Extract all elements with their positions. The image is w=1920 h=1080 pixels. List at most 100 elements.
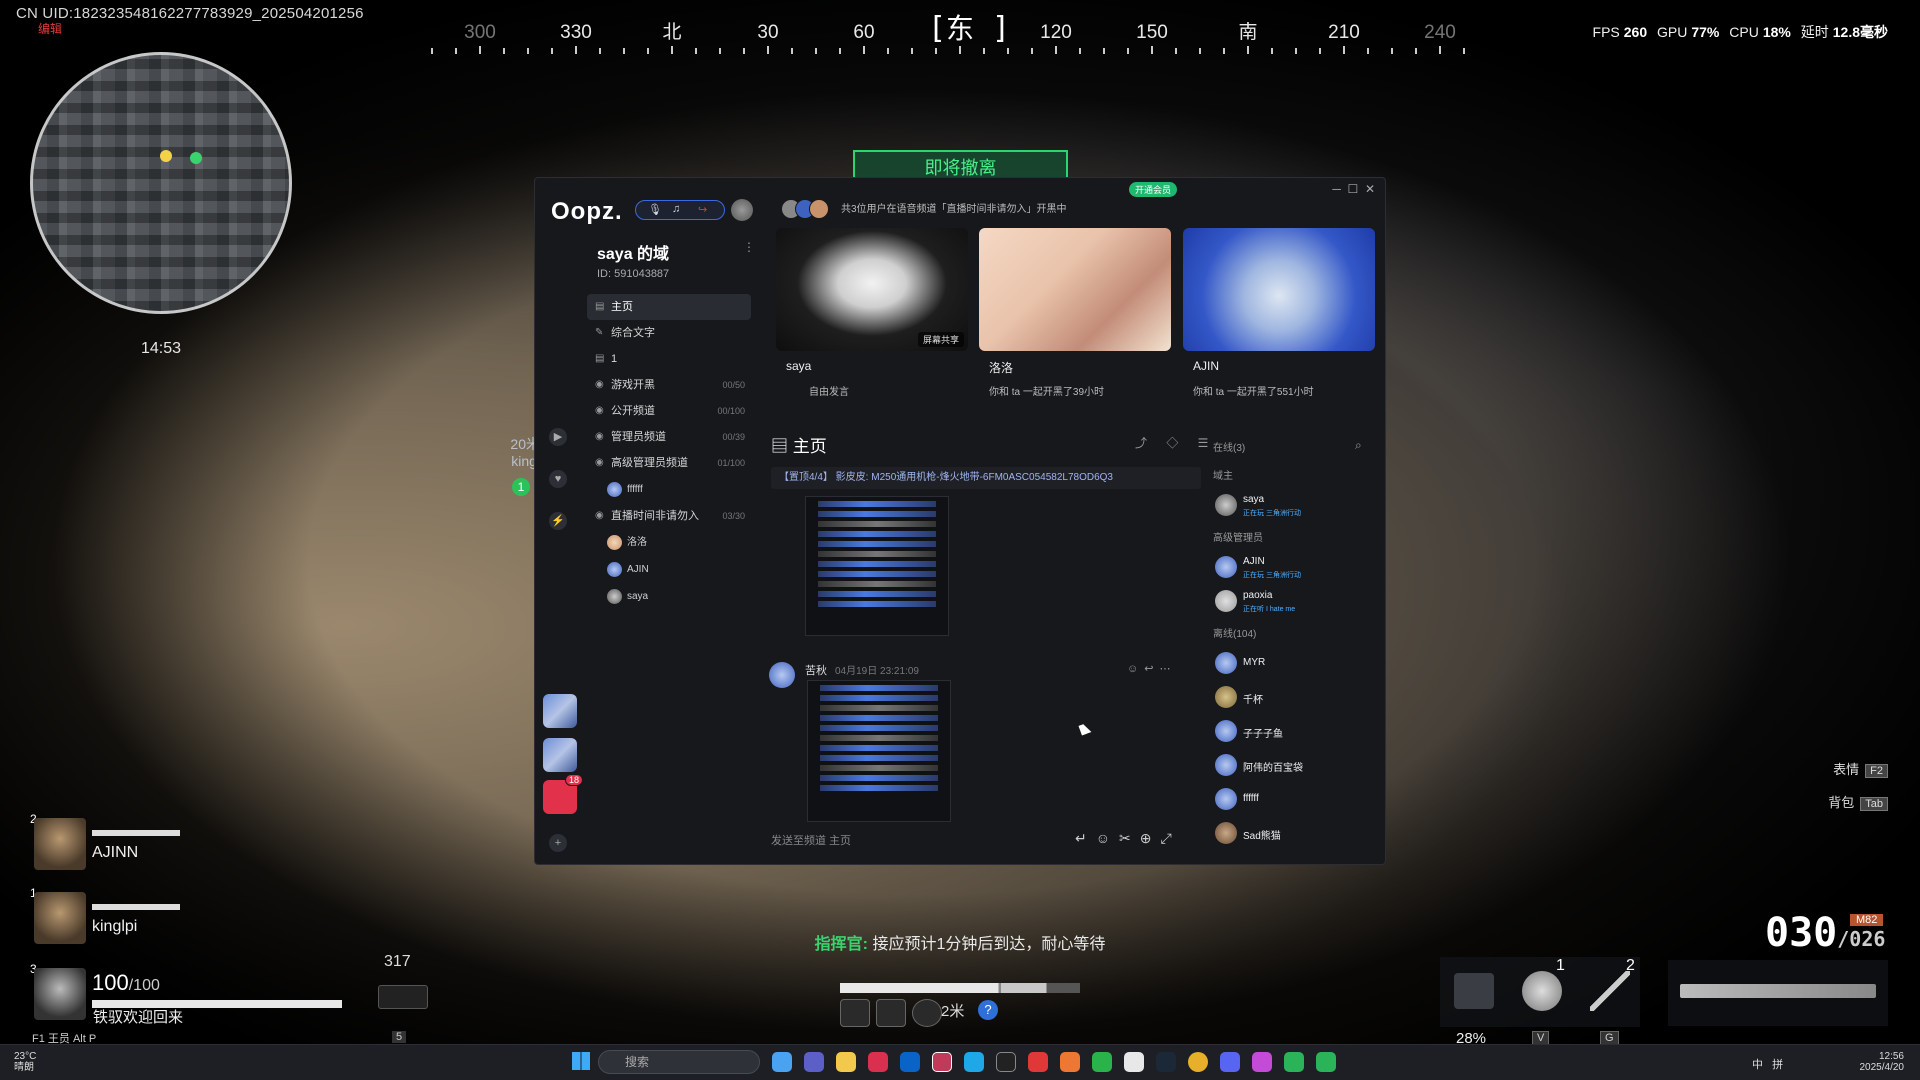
- voice-controls[interactable]: 🎙 ♫ ↪: [635, 200, 725, 220]
- member-item[interactable]: saya 正在玩 三角洲行动: [1213, 488, 1383, 522]
- voice-member[interactable]: AJIN: [587, 556, 751, 583]
- server-name[interactable]: saya 的域: [597, 240, 669, 264]
- server-icon-red[interactable]: 18: [543, 774, 583, 814]
- teams-icon[interactable]: [804, 1052, 824, 1072]
- hangup-icon[interactable]: ↪: [698, 203, 707, 216]
- app-icon[interactable]: [1284, 1052, 1304, 1072]
- welcome-text: 铁驭欢迎回来: [93, 1009, 184, 1026]
- channel-1[interactable]: ▤ 1: [587, 346, 751, 372]
- close-icon[interactable]: ✕: [1365, 182, 1375, 196]
- hotkey-5: 5: [392, 1031, 407, 1043]
- slot-2-number: 2: [1626, 957, 1635, 974]
- files-icon[interactable]: [772, 1052, 792, 1072]
- system-clock[interactable]: 12:56 2025/4/20: [1860, 1051, 1905, 1073]
- voice-member[interactable]: saya: [587, 583, 751, 610]
- oopz-window[interactable]: Oopz. 🎙 ♫ ↪ ▶ ♥ ⚡ 18 + saya 的域 ID: 59104…: [534, 177, 1386, 865]
- member-name: MYR: [1243, 657, 1266, 668]
- explorer-icon[interactable]: [836, 1052, 856, 1072]
- message-image[interactable]: [805, 496, 949, 636]
- channel-list: ▤ 主页 ✎ 综合文字 ▤ 1 ◉ 游戏开黑 00/50 ◉ 公开频道 00/100 ◉ 管理员…: [587, 294, 751, 610]
- app-icon[interactable]: [1028, 1052, 1048, 1072]
- chat-tools[interactable]: ⤴ ◇ ☰: [1135, 434, 1216, 451]
- message-input[interactable]: 发送至频道 主页: [771, 832, 851, 848]
- start-icon[interactable]: [572, 1052, 590, 1070]
- headphones-icon[interactable]: ♫: [672, 203, 680, 215]
- chat-title: ▤ 主页: [771, 437, 827, 456]
- app-icon[interactable]: [868, 1052, 888, 1072]
- stream-card[interactable]: [1183, 228, 1375, 351]
- mic-icon[interactable]: 🎙: [648, 203, 662, 216]
- taskbar-search[interactable]: 搜索: [598, 1050, 760, 1074]
- app-icon[interactable]: [1060, 1052, 1080, 1072]
- key-g: G: [1600, 1031, 1619, 1045]
- channel-public[interactable]: ◉ 公开频道 00/100: [587, 398, 751, 424]
- server-icon[interactable]: [543, 738, 577, 772]
- steam-icon[interactable]: [1156, 1052, 1176, 1072]
- minimap[interactable]: [30, 52, 292, 314]
- member-item[interactable]: MYR: [1213, 646, 1383, 680]
- server-icon[interactable]: [543, 694, 577, 728]
- member-item[interactable]: 子子子鱼: [1213, 714, 1383, 748]
- member-name: AJIN: [627, 564, 649, 575]
- member-item[interactable]: 阿伟的百宝袋: [1213, 748, 1383, 782]
- channel-senior-admin[interactable]: ◉ 高级管理员频道 01/100: [587, 450, 751, 476]
- channel-live[interactable]: ◉ 直播时间非请勿入 03/30: [587, 503, 751, 529]
- server-menu-icon[interactable]: ⋮: [743, 240, 755, 254]
- app-icon[interactable]: [1316, 1052, 1336, 1072]
- channel-label: 公开频道: [611, 405, 655, 417]
- voice-member[interactable]: 洛洛: [587, 529, 751, 556]
- app-icon[interactable]: [996, 1052, 1016, 1072]
- member-name: 子子子鱼: [1243, 729, 1283, 740]
- channel-admin[interactable]: ◉ 管理员频道 00/39: [587, 424, 751, 450]
- oopz-taskbar-icon[interactable]: [932, 1052, 952, 1072]
- input-tools[interactable]: ↵☺✂⊕⤢: [1075, 830, 1181, 847]
- stream-card[interactable]: 屏幕共享: [776, 228, 968, 351]
- discord-icon[interactable]: [1220, 1052, 1240, 1072]
- slot-1-number: 1: [1556, 957, 1565, 974]
- ime-indicator[interactable]: 中 拼: [1752, 1056, 1783, 1072]
- message-image[interactable]: [807, 680, 951, 822]
- member-item[interactable]: Sad熊猫: [1213, 816, 1383, 850]
- member-item[interactable]: 千杯: [1213, 680, 1383, 714]
- member-item[interactable]: paoxia 正在听 I hate me: [1213, 584, 1383, 618]
- add-server-icon[interactable]: +: [549, 834, 567, 852]
- channel-count: 01/100: [717, 458, 745, 468]
- avatar: [1215, 590, 1237, 612]
- minimize-icon[interactable]: ─: [1332, 182, 1341, 196]
- message-author[interactable]: 苦秋: [805, 665, 827, 677]
- user-avatar[interactable]: [731, 199, 753, 221]
- channel-game[interactable]: ◉ 游戏开黑 00/50: [587, 372, 751, 398]
- outlook-icon[interactable]: [900, 1052, 920, 1072]
- gpu-value: 77%: [1691, 24, 1720, 40]
- armor-icon: [876, 999, 906, 1027]
- play-icon[interactable]: ▶: [549, 428, 567, 446]
- stream-card[interactable]: [979, 228, 1171, 351]
- message-actions[interactable]: ☺↩⋯: [1127, 662, 1176, 675]
- wechat-icon[interactable]: [1092, 1052, 1112, 1072]
- pinned-message[interactable]: 【置顶4/4】 影皮皮: M250通用机枪-烽火地带-6FM0ASC054582…: [771, 467, 1201, 489]
- avatar: [809, 199, 829, 219]
- member-item[interactable]: ffffff: [1213, 782, 1383, 816]
- member-item[interactable]: AJIN 正在玩 三角洲行动: [1213, 550, 1383, 584]
- oopz-logo: Oopz.: [551, 198, 623, 225]
- chrome-icon[interactable]: [1188, 1052, 1208, 1072]
- channel-home[interactable]: ▤ 主页: [587, 294, 751, 320]
- equipment-slots: 1 2: [1440, 957, 1640, 1027]
- activity-icon[interactable]: ⚡: [549, 512, 567, 530]
- compass-label: 120: [1040, 22, 1072, 43]
- notes-icon[interactable]: [1124, 1052, 1144, 1072]
- edge-icon[interactable]: [964, 1052, 984, 1072]
- maximize-icon[interactable]: ☐: [1348, 182, 1359, 196]
- friends-icon[interactable]: ♥: [549, 470, 567, 488]
- channel-general[interactable]: ✎ 综合文字: [587, 320, 751, 346]
- search-icon[interactable]: ⌕: [1355, 438, 1362, 453]
- magazine-reserve: /026: [1837, 927, 1886, 951]
- voice-member[interactable]: ffffff: [587, 476, 751, 503]
- app-icon[interactable]: [1252, 1052, 1272, 1072]
- weather-widget[interactable]: 23°C 晴朗: [14, 1051, 36, 1073]
- avatar[interactable]: [769, 662, 795, 688]
- compass-label: 南: [1238, 21, 1257, 43]
- vip-button[interactable]: 开通会员: [1129, 182, 1178, 197]
- server-id[interactable]: ID: 591043887: [597, 268, 669, 280]
- help-icon[interactable]: ?: [978, 1000, 998, 1020]
